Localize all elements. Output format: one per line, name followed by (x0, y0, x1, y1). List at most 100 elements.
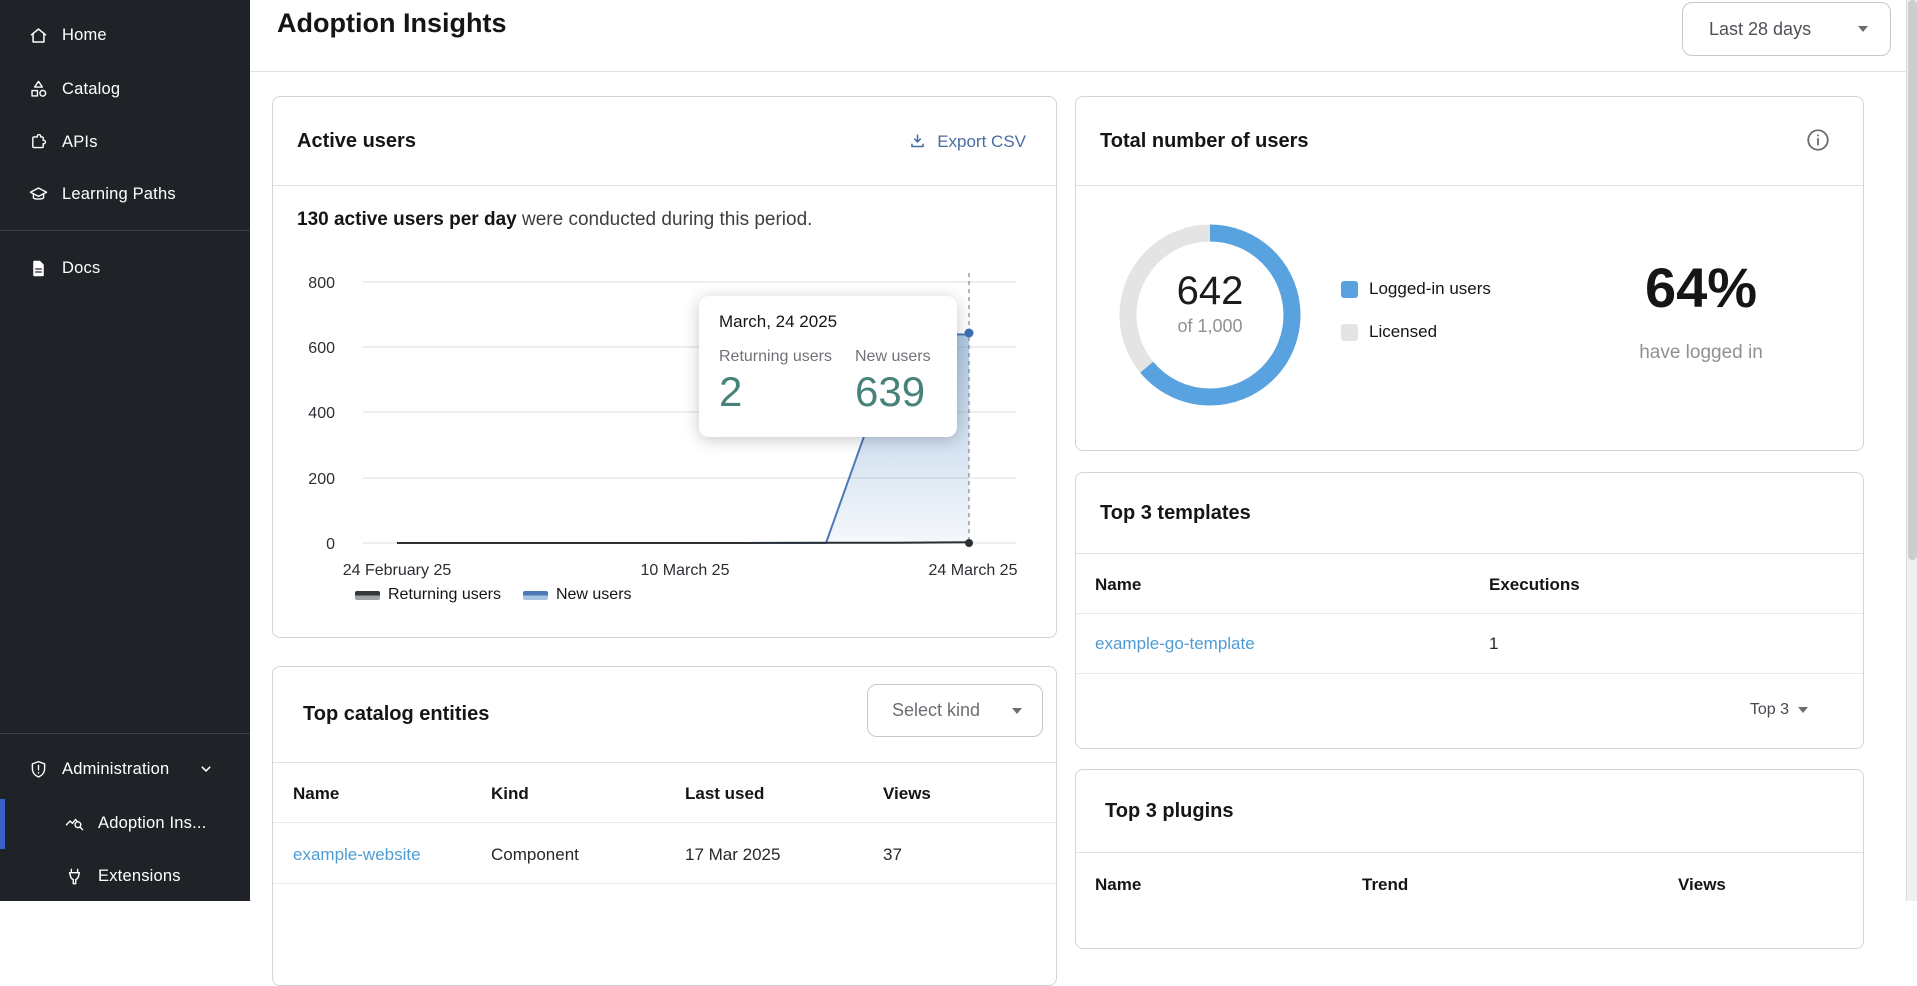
card-title: Top 3 templates (1100, 502, 1251, 525)
sidebar-item-home[interactable]: Home (0, 13, 250, 57)
home-icon (28, 25, 49, 46)
tooltip-label: New users (855, 348, 931, 366)
total-users-card: Total number of users 642 of 1,000 Logge… (1075, 96, 1864, 451)
learning-paths-icon (28, 184, 49, 205)
percent-summary: 64% have logged in (1576, 255, 1826, 364)
returning-users-hover-dot (965, 539, 973, 547)
legend-licensed: Licensed (1341, 322, 1437, 342)
chevron-down-icon[interactable] (197, 760, 215, 778)
column-header-last-used: Last used (685, 784, 764, 804)
info-icon[interactable] (1805, 127, 1831, 153)
apis-icon (28, 132, 49, 153)
donut-chart: 642 of 1,000 (1110, 215, 1310, 415)
x-axis-labels: 24 February 25 10 March 25 24 March 25 (343, 562, 1018, 579)
select-caret-icon (1858, 26, 1868, 32)
date-range-value: Last 28 days (1709, 19, 1811, 40)
legend-label: Logged-in users (1369, 279, 1491, 299)
column-header-views: Views (883, 784, 931, 804)
tooltip-value: 2 (719, 368, 832, 416)
returning-users-swatch (355, 591, 380, 600)
card-header: Top 3 plugins (1076, 770, 1863, 853)
plug-icon (64, 866, 85, 887)
returning-users-line (397, 542, 969, 543)
column-header-name: Name (1095, 875, 1141, 895)
sidebar-item-label: Catalog (62, 80, 120, 99)
sidebar-item-catalog[interactable]: Catalog (0, 67, 250, 111)
sidebar: Home Catalog APIs Learning Paths Docs Ad… (0, 0, 250, 901)
legend-label: Returning users (388, 586, 501, 604)
column-header-name: Name (293, 784, 339, 804)
card-header: Total number of users (1076, 97, 1863, 186)
column-header-trend: Trend (1362, 875, 1408, 895)
active-users-card: Active users Export CSV 130 active users… (272, 96, 1057, 638)
sidebar-item-docs[interactable]: Docs (0, 246, 250, 290)
insights-icon (64, 813, 85, 834)
svg-text:24 March 25: 24 March 25 (929, 562, 1018, 579)
kind-select[interactable]: Select kind (867, 684, 1043, 737)
new-users-hover-dot (965, 329, 974, 338)
row-divider (273, 822, 1056, 823)
y-axis-labels: 800 600 400 200 0 (308, 275, 335, 553)
sidebar-item-label: Extensions (98, 867, 181, 886)
percent-value: 64% (1576, 255, 1826, 320)
sidebar-item-label: Home (62, 26, 107, 45)
card-title: Total number of users (1100, 130, 1309, 153)
kind-select-value: Select kind (892, 700, 980, 721)
sidebar-item-adoption-insights[interactable]: Adoption Ins... (0, 801, 250, 845)
sidebar-item-learning-paths[interactable]: Learning Paths (0, 172, 250, 216)
pagination-label: Top 3 (1750, 701, 1789, 719)
sidebar-item-apis[interactable]: APIs (0, 120, 250, 164)
catalog-icon (28, 79, 49, 100)
entity-last-used: 17 Mar 2025 (685, 845, 780, 865)
tooltip-value: 639 (855, 368, 931, 416)
new-users-swatch (523, 591, 548, 600)
column-header-executions: Executions (1489, 575, 1580, 595)
legend-logged-in-users: Logged-in users (1341, 279, 1491, 299)
column-header-views: Views (1678, 875, 1726, 895)
tooltip-new-users: New users 639 (855, 348, 931, 416)
svg-text:600: 600 (308, 340, 335, 357)
svg-text:0: 0 (326, 536, 335, 553)
donut-caption: of 1,000 (1110, 316, 1310, 337)
page-title: Adoption Insights (277, 8, 506, 39)
row-divider (1076, 613, 1863, 614)
pagination-select[interactable]: Top 3 (1750, 701, 1808, 719)
card-header: Top 3 templates (1076, 473, 1863, 554)
donut-value: 642 (1110, 269, 1310, 314)
column-header-name: Name (1095, 575, 1141, 595)
entity-views: 37 (883, 845, 902, 865)
sidebar-item-label: Learning Paths (62, 185, 176, 204)
sidebar-item-administration[interactable]: Administration (0, 747, 250, 791)
sidebar-item-label: Docs (62, 259, 100, 278)
card-title: Top catalog entities (303, 703, 489, 726)
docs-icon (28, 258, 49, 279)
tooltip-label: Returning users (719, 348, 832, 366)
select-caret-icon (1012, 708, 1022, 714)
tooltip-returning-users: Returning users 2 (719, 348, 832, 416)
sidebar-item-label: Administration (62, 760, 169, 779)
chart-legend: Returning users New users (355, 585, 632, 605)
scrollbar[interactable] (1906, 0, 1917, 901)
sidebar-item-extensions[interactable]: Extensions (0, 854, 250, 898)
svg-text:24 February 25: 24 February 25 (343, 562, 452, 579)
tooltip-date: March, 24 2025 (719, 312, 837, 332)
svg-text:800: 800 (308, 275, 335, 292)
top-plugins-card: Top 3 plugins Name Trend Views (1075, 769, 1864, 949)
entity-link[interactable]: example-website (293, 845, 421, 865)
svg-text:200: 200 (308, 471, 335, 488)
top-catalog-entities-card: Top catalog entities Select kind Name Ki… (272, 666, 1057, 986)
legend-label: New users (556, 586, 632, 604)
svg-text:400: 400 (308, 405, 335, 422)
date-range-select[interactable]: Last 28 days (1682, 2, 1891, 56)
scrollbar-thumb[interactable] (1908, 0, 1917, 560)
legend-label: Licensed (1369, 322, 1437, 342)
percent-caption: have logged in (1576, 342, 1826, 364)
sidebar-item-label: APIs (62, 133, 98, 152)
entity-kind: Component (491, 845, 579, 865)
sidebar-item-label: Adoption Ins... (98, 814, 207, 833)
column-header-kind: Kind (491, 784, 529, 804)
template-link[interactable]: example-go-template (1095, 634, 1255, 654)
template-executions: 1 (1489, 634, 1498, 654)
sidebar-divider (0, 733, 250, 734)
row-divider (1076, 673, 1863, 674)
